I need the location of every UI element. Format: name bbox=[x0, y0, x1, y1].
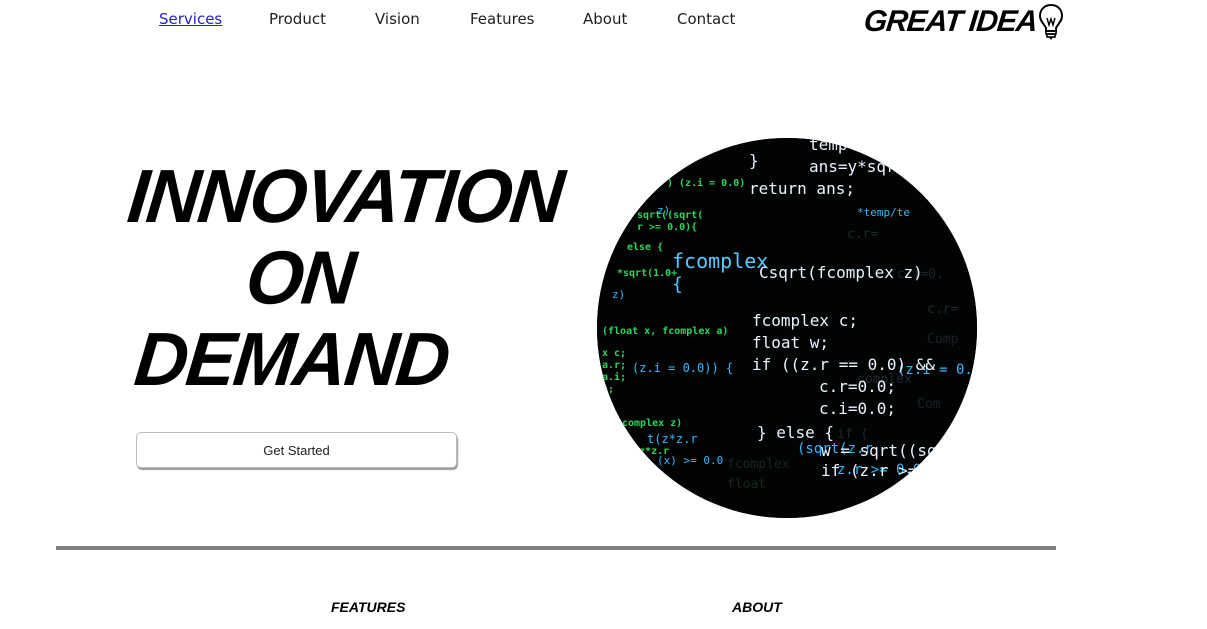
svg-text:} else {: } else { bbox=[757, 423, 834, 442]
svg-text:x c;: x c; bbox=[602, 348, 626, 359]
svg-text:{: { bbox=[672, 274, 683, 295]
svg-text:c.r=: c.r= bbox=[927, 302, 958, 317]
svg-text:a.r;: a.r; bbox=[602, 360, 626, 371]
features-heading: FEATURES bbox=[331, 599, 406, 615]
nav-link-product[interactable]: Product bbox=[269, 8, 326, 30]
nav-link-services[interactable]: Services bbox=[159, 8, 222, 30]
nav-link-about[interactable]: About bbox=[583, 8, 627, 30]
logo-text: GREAT IDEA bbox=[862, 5, 1039, 38]
nav-link-contact[interactable]: Contact bbox=[677, 8, 735, 30]
svg-text:}: } bbox=[749, 151, 759, 170]
hero-title-line: DEMAND bbox=[130, 316, 453, 401]
hero-title-line: ON bbox=[242, 234, 358, 320]
svg-text:fcomplex: fcomplex bbox=[672, 249, 768, 273]
svg-text:c.r=0.0;: c.r=0.0; bbox=[617, 487, 680, 502]
svg-text:(x) >= 0.0: (x) >= 0.0 bbox=[657, 454, 723, 467]
svg-text:(float x, fcomplex a): (float x, fcomplex a) bbox=[602, 326, 728, 337]
svg-text:float w;: float w; bbox=[752, 333, 829, 352]
svg-text:Comp: Comp bbox=[927, 332, 958, 347]
get-started-button[interactable]: Get Started bbox=[136, 432, 457, 468]
hero-title: INNOVATION ON DEMAND bbox=[107, 153, 567, 401]
code-screen-image: c.r= c.i=0. c.r= complex fcomplex float … bbox=[597, 138, 977, 518]
section-divider bbox=[56, 546, 1056, 550]
svg-text:temp=x/y;: temp=x/y; bbox=[809, 138, 896, 154]
svg-text:ans=y*sqrt(1.0+temp: ans=y*sqrt(1.0+temp bbox=[809, 157, 977, 176]
svg-text:t(z*z.r: t(z*z.r bbox=[647, 432, 698, 446]
svg-text:c.r=0.0;: c.r=0.0; bbox=[819, 377, 896, 396]
svg-text:z): z) bbox=[657, 204, 670, 217]
svg-text:if ((z.r == 0.0) &&: if ((z.r == 0.0) && bbox=[752, 355, 935, 374]
svg-text:) (z.i = 0.0): ) (z.i = 0.0) bbox=[667, 177, 745, 189]
nav-link-features[interactable]: Features bbox=[470, 8, 535, 30]
svg-text:if (z.r >= 0.0){: if (z.r >= 0.0){ bbox=[821, 461, 975, 480]
svg-text:fcomplex: fcomplex bbox=[727, 457, 790, 472]
svg-text:r >= 0.0){: r >= 0.0){ bbox=[637, 222, 697, 233]
svg-text:c.i=0.0;: c.i=0.0; bbox=[819, 399, 896, 418]
svg-text:c.r=: c.r= bbox=[847, 227, 878, 242]
svg-text:c;: c; bbox=[602, 384, 614, 395]
site-logo[interactable]: GREAT IDEA bbox=[862, 2, 1064, 42]
svg-text:if (: if ( bbox=[837, 427, 868, 442]
svg-text:complex z): complex z) bbox=[622, 418, 682, 429]
svg-text:w = sqrt((sqrt(: w = sqrt((sqrt( bbox=[821, 441, 966, 460]
svg-text:float: float bbox=[727, 477, 766, 492]
svg-text:*sqrt(1.0+: *sqrt(1.0+ bbox=[617, 268, 677, 279]
svg-text:z): z) bbox=[612, 288, 625, 301]
hero-title-line: INNOVATION bbox=[124, 153, 567, 238]
nav-link-vision[interactable]: Vision bbox=[375, 8, 420, 30]
svg-text:fcomplex c;: fcomplex c; bbox=[752, 311, 858, 330]
svg-text:Com: Com bbox=[917, 397, 941, 412]
svg-text:*temp/te: *temp/te bbox=[857, 206, 910, 219]
svg-text:return ans;: return ans; bbox=[749, 179, 855, 198]
svg-text:else {: else { bbox=[627, 242, 663, 253]
svg-text:Csqrt(fcomplex z): Csqrt(fcomplex z) bbox=[759, 263, 923, 282]
lightbulb-icon bbox=[1038, 3, 1063, 40]
about-heading: ABOUT bbox=[732, 599, 782, 615]
svg-text:(z.i = 0.0)) {: (z.i = 0.0)) { bbox=[632, 361, 733, 375]
svg-text:a.i;: a.i; bbox=[602, 371, 626, 383]
